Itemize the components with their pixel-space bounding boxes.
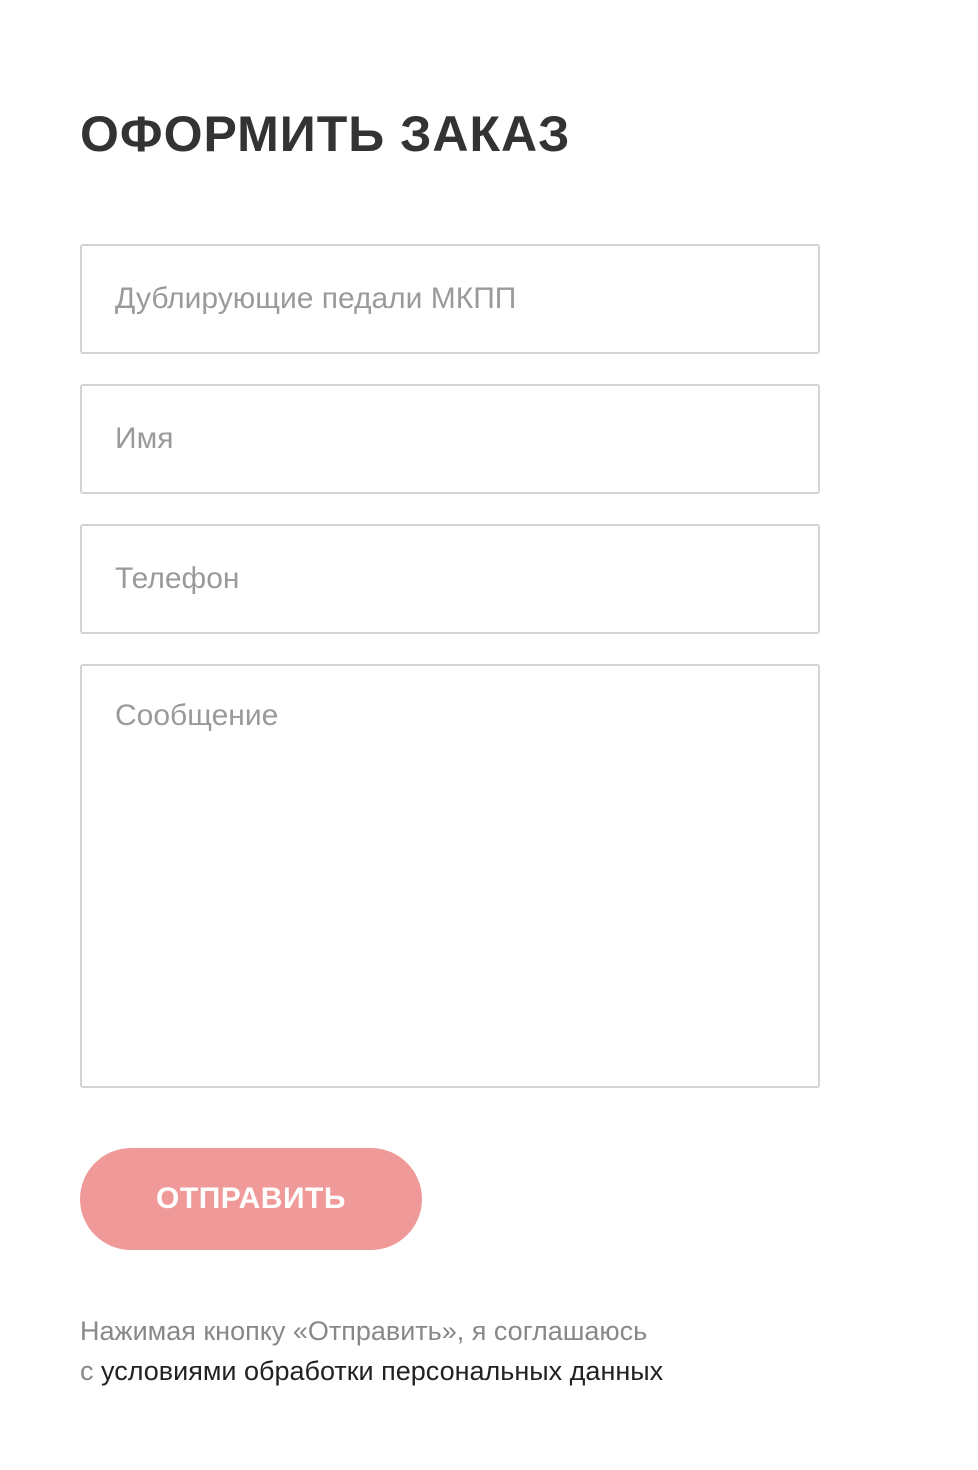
- submit-button[interactable]: ОТПРАВИТЬ: [80, 1148, 422, 1250]
- phone-field[interactable]: [80, 524, 820, 634]
- consent-line-1: Нажимая кнопку «Отправить», я соглашаюсь: [80, 1316, 648, 1346]
- privacy-policy-link[interactable]: условиями обработки персональных данных: [101, 1356, 663, 1386]
- message-field[interactable]: [80, 664, 820, 1088]
- name-field[interactable]: [80, 384, 820, 494]
- product-field[interactable]: [80, 244, 820, 354]
- consent-line-2: с условиями обработки персональных данны…: [80, 1351, 820, 1391]
- form-title: ОФОРМИТЬ ЗАКАЗ: [80, 106, 571, 162]
- consent-text: Нажимая кнопку «Отправить», я соглашаюсь…: [80, 1311, 820, 1391]
- consent-prefix: с: [80, 1356, 94, 1386]
